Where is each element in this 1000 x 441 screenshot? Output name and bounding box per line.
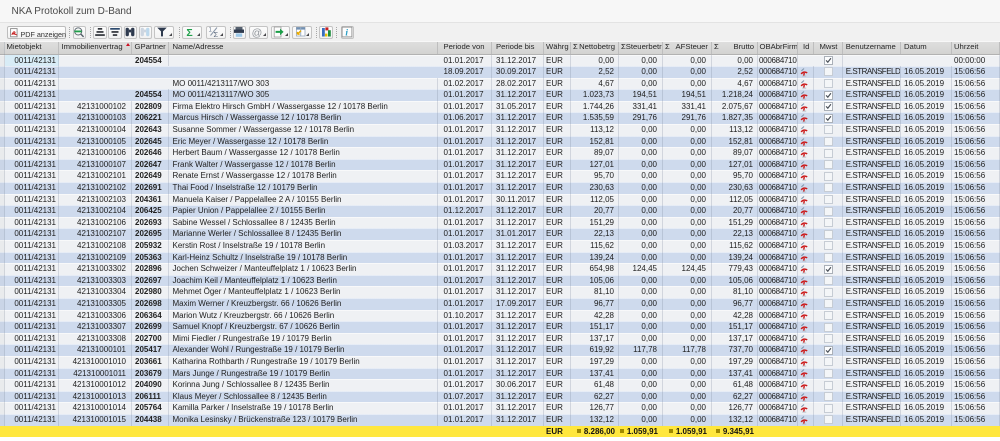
svg-text:1: 1 xyxy=(208,28,212,34)
svg-text:Σ: Σ xyxy=(186,27,192,38)
svg-text:Σ: Σ xyxy=(213,30,218,38)
svg-text:@: @ xyxy=(251,27,262,38)
svg-text:i: i xyxy=(346,29,349,38)
